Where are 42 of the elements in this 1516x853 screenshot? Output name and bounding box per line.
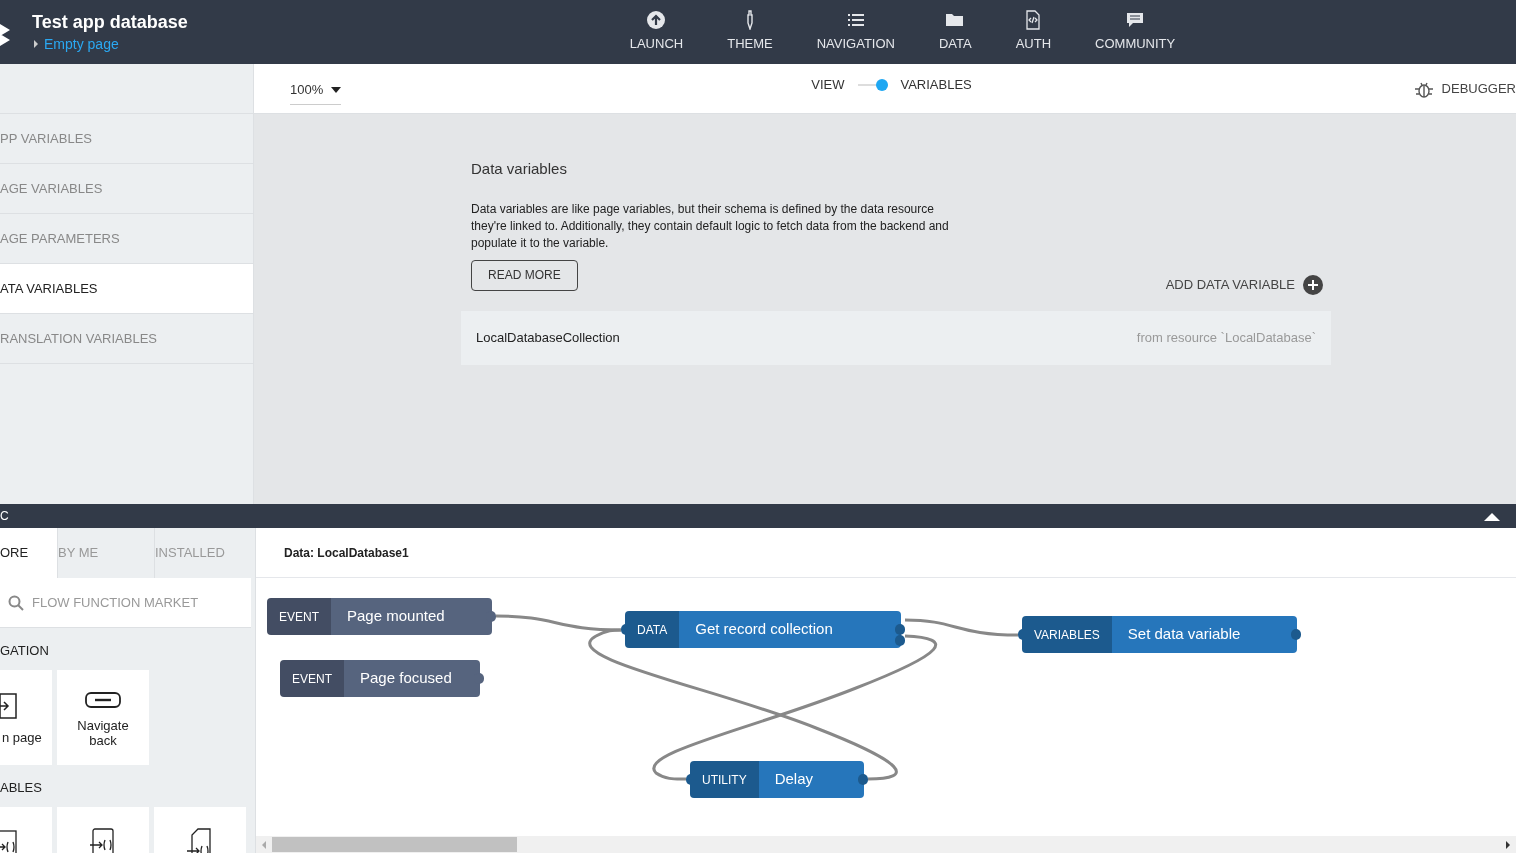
read-more-button[interactable]: READ MORE [471, 259, 578, 291]
market-tab[interactable]: ORE [0, 528, 57, 578]
search-field[interactable]: FLOW FUNCTION MARKET [0, 578, 251, 628]
caret-icon [32, 40, 40, 48]
nav-button[interactable]: THEME [705, 10, 795, 54]
collapse-icon[interactable] [1484, 511, 1500, 521]
section-title: Data variables [471, 159, 568, 179]
nav-button[interactable]: DATA [916, 10, 994, 54]
toggle-label: VIEW [811, 75, 845, 94]
enter-page-icon [0, 690, 18, 722]
add-data-variable-button[interactable]: ADD DATA VARIABLE [1165, 274, 1323, 295]
caret-icon [331, 86, 342, 94]
zoom-dropdown[interactable]: 100% [290, 80, 342, 105]
description: Data variables are like page variables, but their schema is defined by the data resource they're linked to. Additionally, they contain default logic to fetch data from the backend and populate it to the variable. [471, 200, 950, 252]
search-icon [8, 595, 24, 611]
scroll-right-icon[interactable] [1504, 840, 1512, 849]
nav-button[interactable]: COMMUNITY [1073, 10, 1198, 54]
plus-icon [1303, 274, 1323, 295]
category-title: GATION [0, 642, 50, 661]
back-button-icon [85, 690, 121, 710]
nav-button[interactable]: LAUNCH [607, 10, 706, 54]
nav-button[interactable]: AUTH [993, 10, 1074, 54]
toggle-label: VARIABLES [900, 75, 972, 94]
nav-button[interactable]: NAVIGATION [794, 10, 917, 54]
dropper-icon [745, 10, 754, 31]
debugger-button[interactable]: DEBUGGER [1413, 78, 1516, 99]
panel-title: C [0, 508, 9, 525]
function-tile[interactable]: Navigate back [57, 670, 149, 765]
function-tile[interactable]: n page [0, 670, 52, 765]
variable-name: LocalDatabaseCollection [476, 328, 620, 347]
category-title: ABLES [0, 779, 43, 798]
function-file-icon [186, 827, 214, 853]
view-toggle[interactable] [856, 78, 889, 91]
sidebar-item[interactable]: ATA VARIABLES [0, 264, 253, 314]
upload-icon [646, 10, 667, 31]
variable-source: from resource `LocalDatabase` [1136, 328, 1316, 347]
flow-title: Data: LocalDatabase1 [284, 544, 409, 562]
horizontal-scrollbar[interactable] [256, 836, 1516, 853]
variable-row[interactable]: LocalDatabaseCollection from resource `LocalDatabase` [461, 310, 1331, 365]
function-icon [89, 827, 117, 853]
app-title: Test app database [32, 11, 188, 34]
page-link[interactable]: Empty page [44, 34, 119, 54]
